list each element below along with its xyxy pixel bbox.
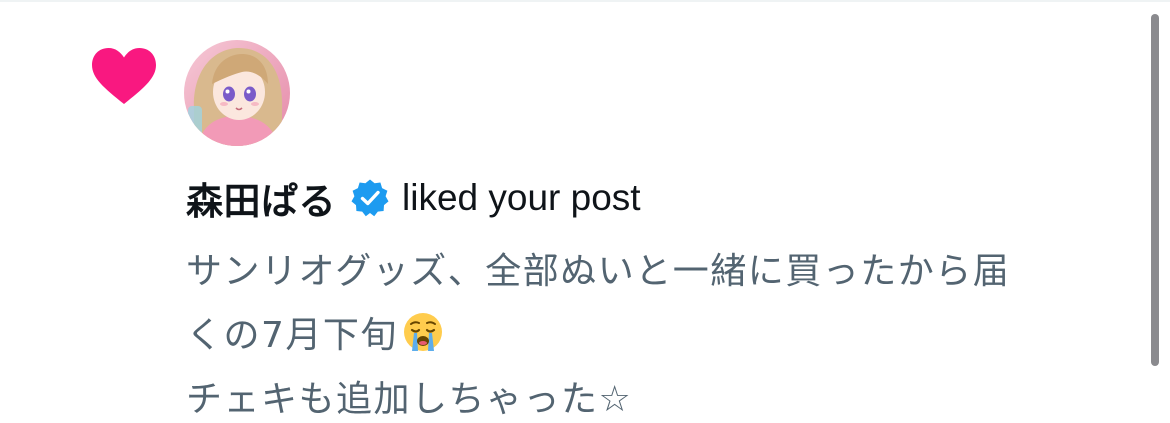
avatar[interactable] [184,40,290,146]
verified-badge-icon [350,178,390,218]
post-text-line: チェキも追加しちゃった☆ [186,379,633,420]
action-text: liked your post [402,177,641,218]
notification-headline: 森田ぱる liked your post [186,172,641,224]
like-notification[interactable]: 森田ぱる liked your post サンリオグッズ、全部ぬいと一緒に買った… [0,2,1170,423]
post-text-line: サンリオグッズ、全部ぬいと一緒に買ったから届 [186,251,1011,292]
post-text-line: くの7月下旬 [186,304,1126,368]
notifications-page: 森田ぱる liked your post サンリオグッズ、全部ぬいと一緒に買った… [0,0,1170,423]
post-preview[interactable]: サンリオグッズ、全部ぬいと一緒に買ったから届 くの7月下旬 チェキも追加しちゃっ… [186,240,1126,423]
user-display-name[interactable]: 森田ぱる [186,171,336,225]
post-text-segment: くの7月下旬 [186,315,398,356]
heart-icon [92,48,156,106]
crying-face-emoji-icon [402,310,444,352]
scrollbar[interactable] [1151,14,1159,366]
